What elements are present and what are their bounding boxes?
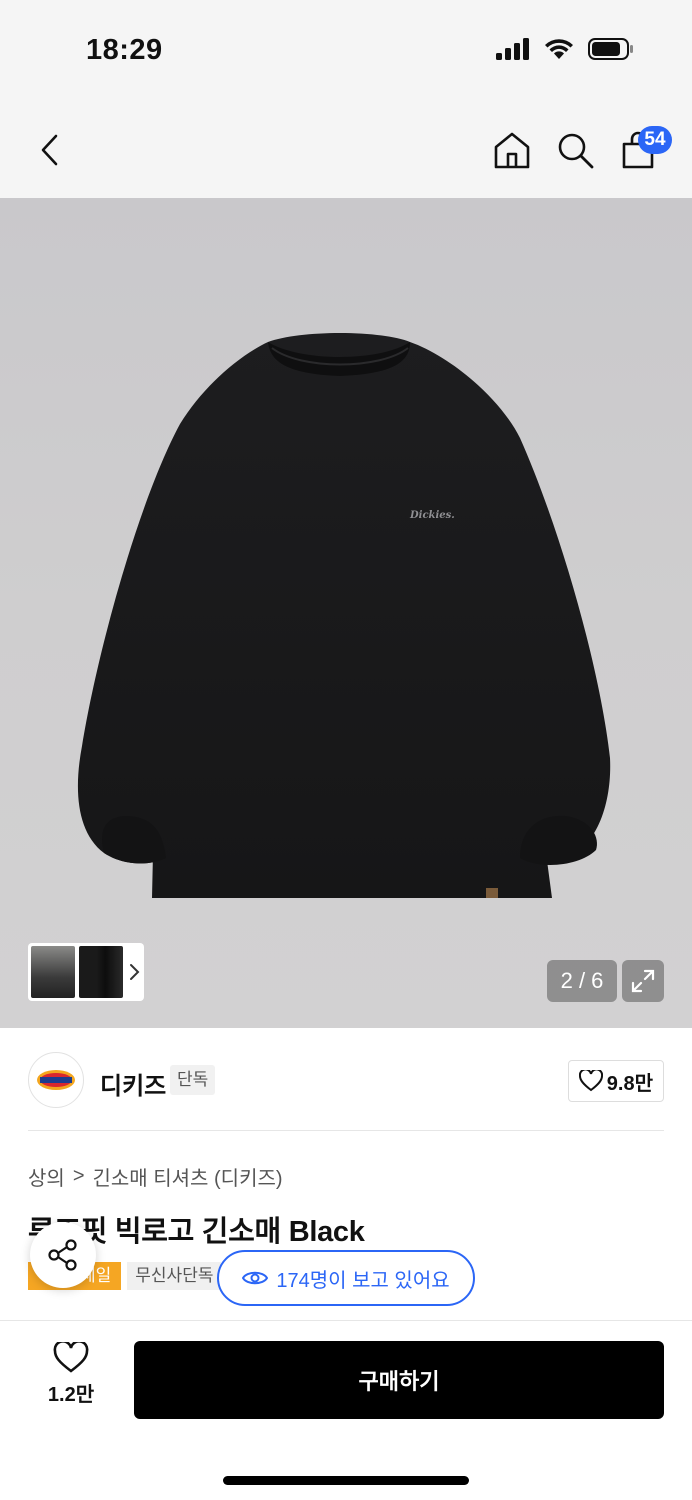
chevron-left-icon <box>41 134 58 166</box>
brand-like-button[interactable]: 9.8만 <box>567 1060 664 1102</box>
back-button[interactable] <box>30 128 70 172</box>
brand-logo[interactable] <box>28 1052 84 1108</box>
breadcrumb-separator: > <box>72 1165 85 1187</box>
status-time: 18:29 <box>86 34 163 66</box>
breadcrumb-category[interactable]: 상의 <box>28 1162 65 1191</box>
heart-icon <box>578 1070 603 1092</box>
thumbnail-shirts[interactable] <box>79 946 123 998</box>
status-icons <box>496 38 634 60</box>
exclusive-tag: 무신사단독 <box>127 1262 222 1290</box>
buy-button[interactable]: 구매하기 <box>134 1341 664 1419</box>
status-bar: 18:29 <box>0 0 692 100</box>
cart-count-badge: 54 <box>638 126 672 154</box>
brand-name[interactable]: 디키즈 <box>100 1066 166 1101</box>
brand-row: 디키즈 단독 9.8만 <box>28 1052 664 1110</box>
search-button[interactable] <box>553 128 597 172</box>
product-like-button[interactable]: 1.2만 <box>36 1342 106 1422</box>
signal-icon <box>496 38 529 60</box>
viewers-notice: 174명이 보고 있어요 <box>217 1250 475 1306</box>
bottom-bar-divider <box>0 1320 692 1321</box>
expand-icon <box>631 969 655 993</box>
dickies-logo-icon <box>37 1070 75 1090</box>
home-icon <box>494 132 530 169</box>
eye-icon <box>242 1271 269 1285</box>
home-button[interactable] <box>490 128 534 172</box>
battery-icon <box>588 38 633 60</box>
product-like-count: 1.2만 <box>47 1384 95 1406</box>
breadcrumb-subcategory[interactable]: 긴소매 티셔츠 (디키즈) <box>93 1162 283 1191</box>
exclusive-brand-tag: 단독 <box>170 1065 216 1095</box>
heart-icon <box>53 1342 89 1373</box>
search-icon <box>558 133 594 169</box>
share-button[interactable] <box>30 1222 96 1288</box>
wifi-icon <box>545 39 573 59</box>
fullscreen-button[interactable] <box>622 960 664 1002</box>
brand-like-count: 9.8만 <box>606 1072 653 1095</box>
thumbnail-model[interactable] <box>31 946 75 998</box>
svg-text:Dickies.: Dickies. <box>409 510 455 521</box>
viewers-text: 174명이 보고 있어요 <box>276 1269 450 1292</box>
home-indicator <box>223 1476 469 1485</box>
product-image[interactable]: Dickies. <box>0 198 692 1028</box>
longsleeve-shirt-image: Dickies. <box>77 333 611 898</box>
chevron-right-icon <box>130 964 140 980</box>
section-divider <box>28 1130 664 1131</box>
image-counter: 2 / 6 <box>547 960 617 1002</box>
share-icon <box>48 1239 77 1271</box>
breadcrumb: 상의 > 긴소매 티셔츠 (디키즈) <box>28 1162 283 1191</box>
thumbnail-strip[interactable] <box>28 943 144 1001</box>
